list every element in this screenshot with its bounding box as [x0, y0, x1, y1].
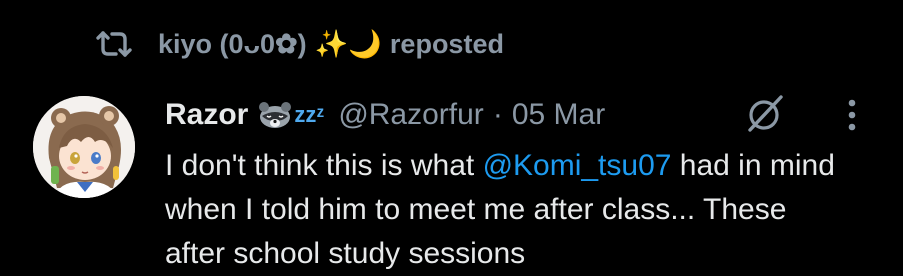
repost-icon	[92, 26, 136, 62]
repost-context[interactable]: kiyo (0ᴗ0✿) ✨🌙 reposted	[92, 22, 504, 66]
author-name[interactable]: Razor	[165, 98, 248, 132]
post-date[interactable]: 05 Mar	[512, 98, 605, 132]
avatar[interactable]	[33, 96, 135, 198]
repost-action-label: reposted	[389, 28, 504, 59]
separator-dot: ·	[492, 98, 503, 131]
grok-icon[interactable]	[743, 92, 787, 136]
post-text: I don't think this is what @Komi_tsu07 h…	[165, 144, 845, 276]
avatar-illustration	[33, 96, 135, 198]
more-icon[interactable]	[838, 96, 866, 136]
mention-link[interactable]: @Komi_tsu07	[483, 149, 672, 182]
raccoon-sleeping-emoji: zzᶻ	[258, 100, 324, 130]
reposter-emojis: ✨🌙	[314, 29, 382, 59]
reposter-name[interactable]: kiyo (0ᴗ0✿)	[158, 29, 307, 60]
author-handle[interactable]: @Razorfur	[338, 98, 484, 132]
post-text-start: I don't think this is what	[165, 149, 483, 182]
sleep-zz-emoji: zzᶻ	[294, 102, 325, 127]
